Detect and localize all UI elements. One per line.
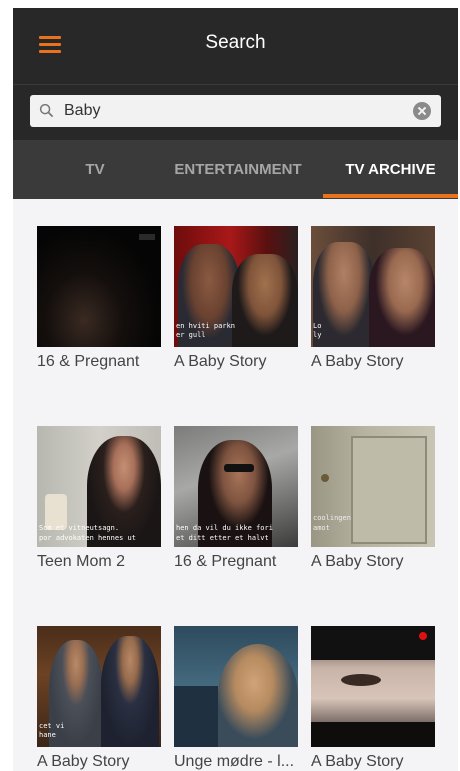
page-title: Search: [205, 32, 266, 53]
result-title: 16 & Pregnant: [174, 553, 277, 570]
result-card[interactable]: en hviti parkn er gull A Baby Story: [174, 226, 298, 371]
result-card[interactable]: cet vi hane A Baby Story: [37, 626, 161, 771]
result-card[interactable]: Unge mødre - l...: [174, 626, 298, 771]
search-input[interactable]: [64, 95, 404, 127]
result-card[interactable]: Lo ly A Baby Story: [311, 226, 435, 371]
result-title: A Baby Story: [37, 753, 130, 770]
clear-search-icon[interactable]: [413, 102, 431, 120]
video-thumbnail: en hviti parkn er gull: [174, 226, 298, 347]
video-thumbnail: coolingen amot: [311, 426, 435, 547]
search-bar-area: [13, 85, 458, 140]
video-thumbnail: Som et vitneutsagn. por advokaten hennes…: [37, 426, 161, 547]
result-title: A Baby Story: [174, 353, 267, 370]
result-title: A Baby Story: [311, 353, 404, 370]
result-card[interactable]: Som et vitneutsagn. por advokaten hennes…: [37, 426, 161, 571]
subtitle-line: et ditt etter et halvt: [176, 534, 269, 542]
video-thumbnail: Lo ly: [311, 226, 435, 347]
tab-tv-archive[interactable]: TV ARCHIVE: [323, 140, 458, 199]
result-title: 16 & Pregnant: [37, 353, 140, 370]
subtitle-line: por advokaten hennes ut: [39, 534, 136, 542]
subtitle-line: hen da vil du ikke fori: [176, 524, 273, 532]
category-tabs: TV ENTERTAINMENT TV ARCHIVE: [13, 140, 458, 199]
video-thumbnail: [311, 626, 435, 747]
result-card[interactable]: A Baby Story: [311, 626, 435, 771]
result-title: A Baby Story: [311, 553, 404, 570]
subtitle-line: Som et vitneutsagn.: [39, 524, 120, 532]
result-card[interactable]: hen da vil du ikke fori et ditt etter et…: [174, 426, 298, 571]
active-tab-indicator: [323, 194, 458, 198]
video-thumbnail: [174, 626, 298, 747]
video-thumbnail: [37, 226, 161, 347]
result-title: Teen Mom 2: [37, 553, 126, 570]
tab-tv[interactable]: TV: [35, 140, 155, 199]
result-card[interactable]: coolingen amot A Baby Story: [311, 426, 435, 571]
result-title: A Baby Story: [311, 753, 404, 770]
tab-entertainment[interactable]: ENTERTAINMENT: [163, 140, 313, 199]
search-icon: [39, 103, 54, 118]
result-title: Unge mødre - l...: [174, 753, 295, 770]
search-box[interactable]: [30, 95, 441, 127]
app-screen: Search TV ENTERTAINMENT TV ARCHIVE 16 & …: [13, 8, 458, 771]
video-thumbnail: hen da vil du ikke fori et ditt etter et…: [174, 426, 298, 547]
result-card[interactable]: 16 & Pregnant: [37, 226, 161, 371]
video-thumbnail: cet vi hane: [37, 626, 161, 747]
top-app-bar: Search: [13, 8, 458, 84]
